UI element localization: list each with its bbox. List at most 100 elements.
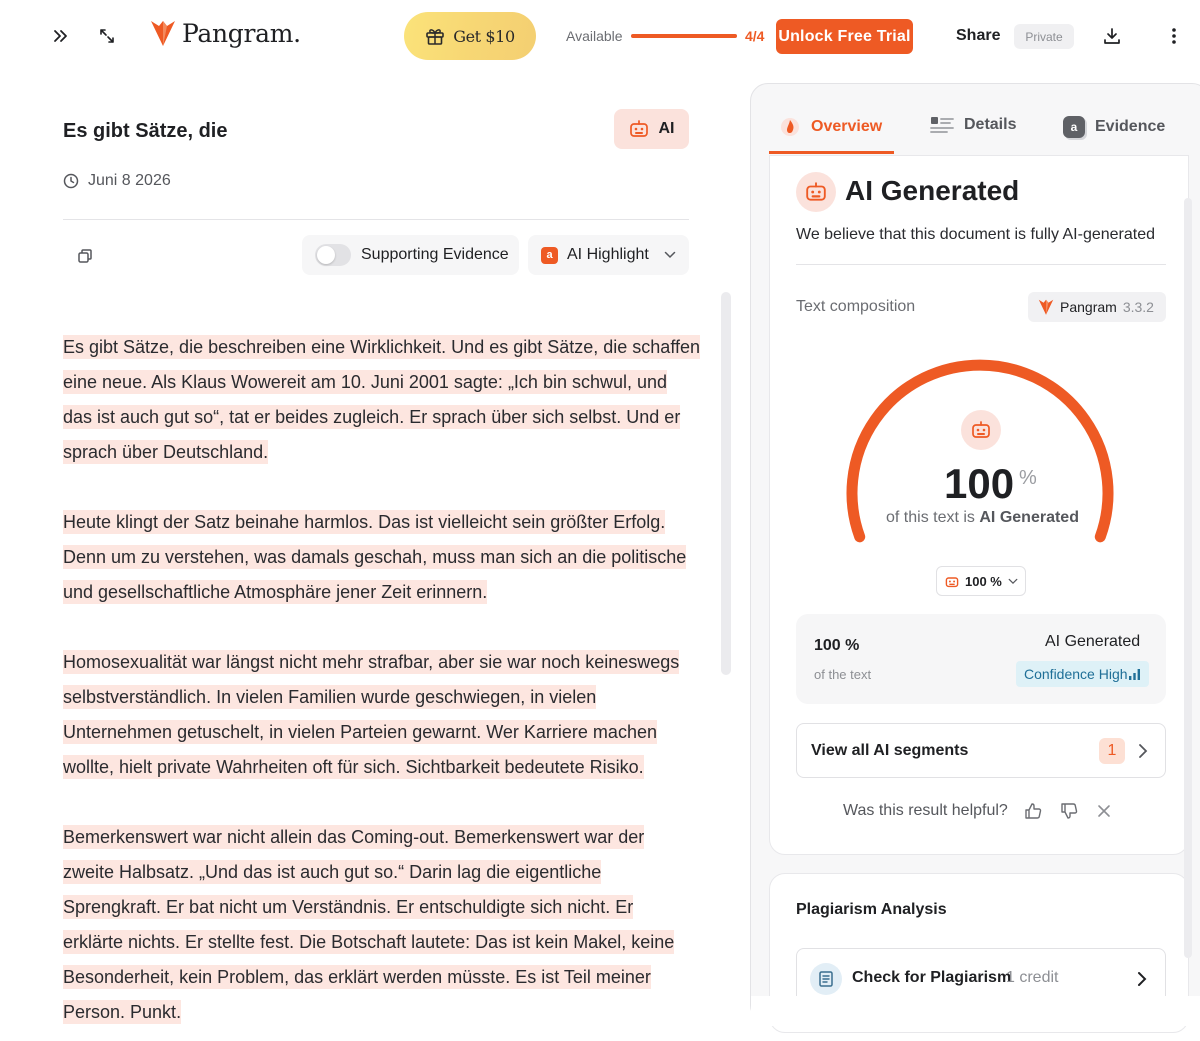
text-line: das ist auch gut so“, tat er beides zugl… xyxy=(63,400,703,435)
private-badge[interactable]: Private xyxy=(1014,24,1074,49)
tab-overview[interactable]: Overview xyxy=(779,116,882,138)
gauge-caption: of this text is AI Generated xyxy=(886,509,1079,527)
tab-evidence-label: Evidence xyxy=(1095,118,1166,135)
gift-icon xyxy=(426,29,445,45)
chevron-right-icon xyxy=(1138,972,1147,986)
ai-highlighted-text: zweite Halbsatz. „Und das ist auch gut s… xyxy=(63,860,602,884)
top-bar: Pangram. Get $10 Available 4/4 Unlock Fr… xyxy=(0,0,1200,72)
ai-highlighted-text: Sprengkraft. Er bat nicht um Verständnis… xyxy=(63,895,634,919)
confidence-badge: Confidence High xyxy=(1016,661,1149,687)
download-icon[interactable] xyxy=(1098,22,1126,50)
logo-text: Pangram. xyxy=(182,18,301,48)
ai-highlighted-text: Homosexualität war längst nicht mehr str… xyxy=(63,650,680,674)
thumbs-up-icon[interactable] xyxy=(1022,800,1044,822)
ai-highlighted-text: erklärte nichts. Er stellte fest. Die Bo… xyxy=(63,930,675,954)
text-line: Person. Punkt. xyxy=(63,995,703,1024)
check-plagiarism-label: Check for Plagiarism xyxy=(852,969,1012,986)
robot-icon xyxy=(945,576,959,587)
text-line: selbstverständlich. In vielen Familien w… xyxy=(63,680,703,715)
ai-highlighted-text: Unternehmen getuschelt, in vielen Partei… xyxy=(63,720,657,744)
ai-highlighted-text: Heute klingt der Satz beinahe harmlos. D… xyxy=(63,510,666,534)
document-scrollbar[interactable] xyxy=(721,292,731,675)
plagiarism-credit: 1 credit xyxy=(1006,969,1059,986)
ai-highlighted-text: wollte, hielt private Wahrheiten oft für… xyxy=(63,755,644,779)
model-name: Pangram xyxy=(1060,299,1117,315)
confidence-label: Confidence High xyxy=(1024,666,1128,682)
evidence-icon: a xyxy=(1063,116,1085,138)
available-label: Available xyxy=(566,28,623,44)
panel-scrollbar[interactable] xyxy=(1184,198,1192,958)
document-date: Juni 8 2026 xyxy=(63,172,171,190)
tab-details[interactable]: Details xyxy=(930,116,1016,134)
gauge-value: 100 xyxy=(944,460,1015,507)
text-composition-label: Text composition xyxy=(796,298,916,315)
document-title: Es gibt Sätze, die xyxy=(63,120,228,142)
segments-label: View all AI segments xyxy=(811,741,969,759)
text-line: Sprengkraft. Er bat nicht um Verständnis… xyxy=(63,890,703,925)
supporting-evidence-label: Supporting Evidence xyxy=(361,246,509,263)
clock-icon xyxy=(63,173,79,189)
stat-label: AI Generated xyxy=(1045,633,1141,650)
unlock-free-trial-button[interactable]: Unlock Free Trial xyxy=(776,19,913,54)
text-line: Bemerkenswert war nicht allein das Comin… xyxy=(63,820,703,855)
stat-summary xyxy=(796,614,1166,704)
copy-icon[interactable] xyxy=(72,243,98,269)
tab-overview-label: Overview xyxy=(811,118,883,135)
close-icon[interactable] xyxy=(1093,800,1115,822)
toggle-switch[interactable] xyxy=(315,244,351,266)
highlighted-paragraph: Heute klingt der Satz beinahe harmlos. D… xyxy=(63,505,703,610)
fullscreen-icon[interactable] xyxy=(93,22,121,50)
pangram-logo-icon xyxy=(1038,299,1054,315)
ai-highlighted-text: Besonderheit, kein Problem, das erklärt … xyxy=(63,965,651,989)
ai-highlighted-text: sprach über Deutschland. xyxy=(63,440,269,464)
expand-sidebar-icon[interactable] xyxy=(47,22,75,50)
stat-percentage: 100 % xyxy=(814,637,860,654)
chevron-down-icon xyxy=(1008,578,1018,584)
percentage-select-value: 100 % xyxy=(965,573,1002,589)
panel-tabs: Overview Details a Evidence xyxy=(750,100,1200,156)
chevron-right-icon xyxy=(1139,744,1148,758)
result-subtitle: We believe that this document is fully A… xyxy=(796,226,1156,243)
text-line: und gesellschaftliche Atmosphäre jener Z… xyxy=(63,575,703,610)
text-line: Heute klingt der Satz beinahe harmlos. D… xyxy=(63,505,703,540)
ai-tag-label: AI xyxy=(658,120,675,137)
plagiarism-title: Plagiarism Analysis xyxy=(796,901,947,918)
get-10-button[interactable]: Get $10 xyxy=(404,12,536,60)
robot-icon xyxy=(629,120,648,137)
signal-bars-icon xyxy=(1129,668,1140,680)
robot-icon xyxy=(796,172,836,212)
text-line: wollte, hielt private Wahrheiten oft für… xyxy=(63,750,703,785)
gauge-percent-sign: % xyxy=(1019,467,1037,489)
divider xyxy=(63,219,689,220)
ai-highlighted-text: Person. Punkt. xyxy=(63,1000,182,1024)
divider xyxy=(796,264,1166,265)
panel-bottom-edge xyxy=(751,996,1200,1026)
supporting-evidence-toggle[interactable]: Supporting Evidence xyxy=(302,235,519,275)
ai-result-tag[interactable]: AI xyxy=(614,109,689,149)
text-line: Es gibt Sätze, die beschreiben eine Wirk… xyxy=(63,330,703,365)
ai-highlight-dropdown[interactable]: a AI Highlight xyxy=(528,235,689,275)
date-text: Juni 8 2026 xyxy=(88,172,171,189)
text-line: Unternehmen getuschelt, in vielen Partei… xyxy=(63,715,703,750)
thumbs-down-icon[interactable] xyxy=(1058,800,1080,822)
text-line: Homosexualität war längst nicht mehr str… xyxy=(63,645,703,680)
ai-highlighted-text: Bemerkenswert war nicht allein das Comin… xyxy=(63,825,645,849)
document-body: Es gibt Sätze, die beschreiben eine Wirk… xyxy=(63,330,703,1024)
ai-highlighted-text: und gesellschaftliche Atmosphäre jener Z… xyxy=(63,580,488,604)
highlighted-paragraph: Homosexualität war längst nicht mehr str… xyxy=(63,645,703,785)
ai-highlight-badge-icon: a xyxy=(541,246,558,264)
chevron-down-icon xyxy=(664,251,676,259)
more-options-icon[interactable] xyxy=(1160,22,1188,50)
stat-caption: of the text xyxy=(814,667,872,682)
ai-highlighted-text: Es gibt Sätze, die beschreiben eine Wirk… xyxy=(63,335,701,359)
text-line: eine neue. Als Klaus Wowereit am 10. Jun… xyxy=(63,365,703,400)
share-button[interactable]: Share xyxy=(956,27,1000,45)
tab-evidence[interactable]: a Evidence xyxy=(1063,116,1165,138)
pangram-logo[interactable]: Pangram. xyxy=(150,18,301,48)
ai-highlight-label: AI Highlight xyxy=(567,246,649,263)
percentage-select[interactable]: 100 % xyxy=(936,566,1026,596)
ai-highlighted-text: das ist auch gut so“, tat er beides zugl… xyxy=(63,405,681,429)
active-tab-indicator xyxy=(769,151,894,154)
robot-icon xyxy=(961,410,1001,450)
text-line: Besonderheit, kein Problem, das erklärt … xyxy=(63,960,703,995)
